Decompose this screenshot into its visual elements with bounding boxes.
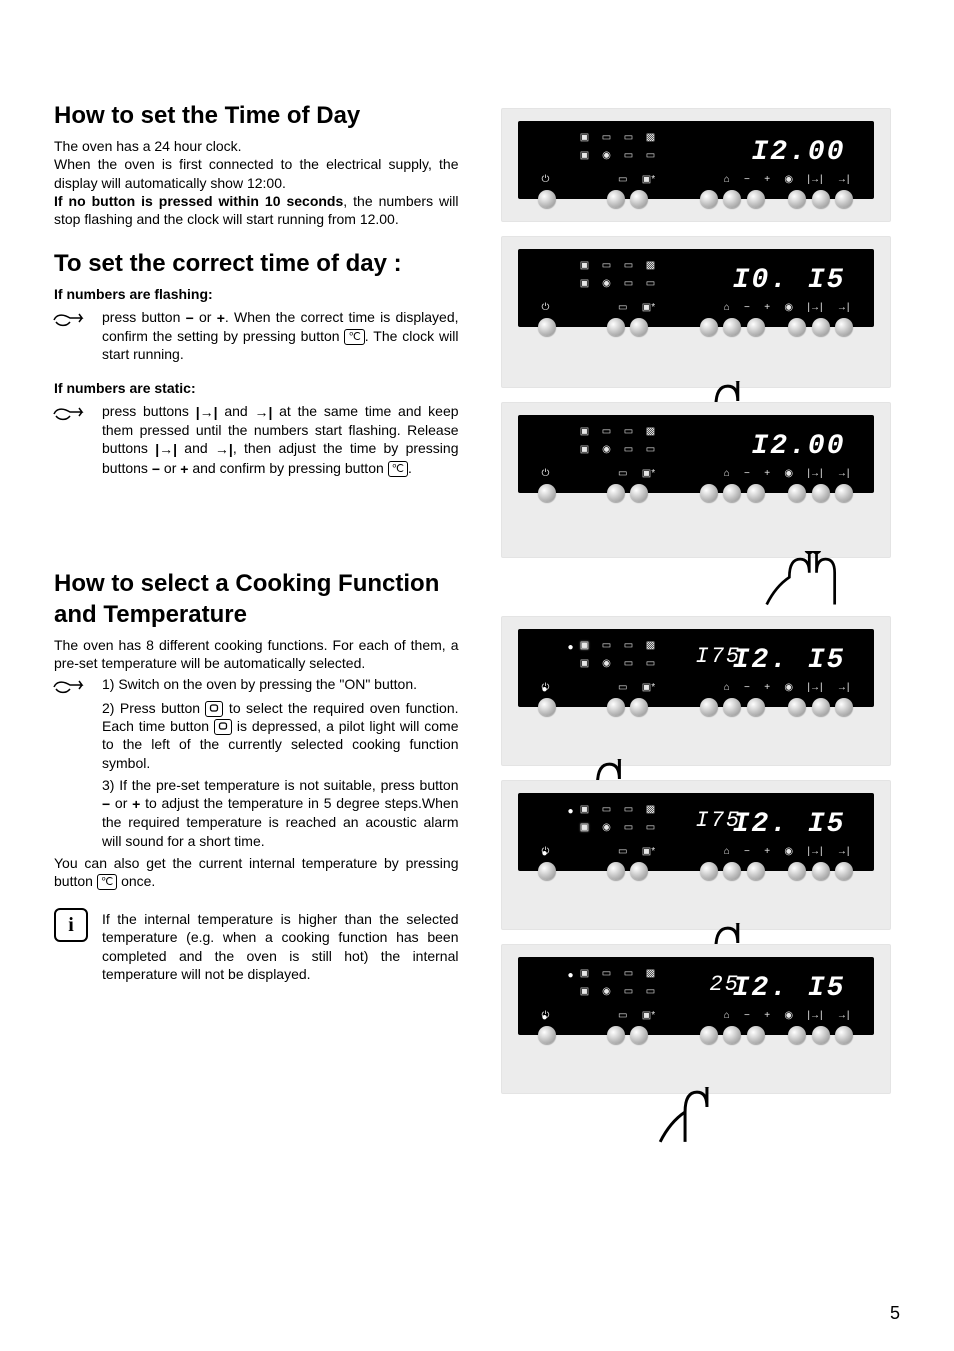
clock-button-icon: ℃ xyxy=(344,329,364,345)
text: When the oven is first connected to the … xyxy=(54,155,459,191)
hand-icon xyxy=(52,308,88,332)
instruction-row: 1) Switch on the oven by pressing the "O… xyxy=(54,675,459,850)
clock-display: I2. I5 xyxy=(733,971,846,1007)
text: The oven has 8 different cooking functio… xyxy=(54,636,459,672)
heading-set-time: How to set the Time of Day xyxy=(54,100,459,131)
fn-icon: ▭ xyxy=(620,149,638,163)
cook-end-icon: →| xyxy=(254,403,272,421)
fn-icon: ▭ xyxy=(642,149,660,163)
instruction-text: press button − or +. When the correct ti… xyxy=(102,308,459,364)
clock-display: I2.00 xyxy=(751,135,845,171)
minus-icon: − xyxy=(744,173,750,186)
control-panel: ● ● ▣▭▭▩▣◉▭▭ I75 I2. I5 ⏻▭▣*⌂−+◉|→|→| xyxy=(518,629,874,707)
info-row: i If the internal temperature is higher … xyxy=(54,910,459,983)
clock-button-icon: ℃ xyxy=(97,874,117,890)
panel-button xyxy=(630,190,648,208)
control-panel: ▣▭▭▩ ▣◉▭▭ I2.00 ⏻ ▭▣* ⌂−+ ◉|→|→| xyxy=(518,121,874,199)
cook-start-icon: |→| xyxy=(155,440,177,458)
subhead-static: If numbers are static: xyxy=(54,379,459,397)
clock-display: I0. I5 xyxy=(733,263,846,299)
panel-button xyxy=(538,190,556,208)
text-bold: If no button is pressed within 10 second… xyxy=(54,193,343,209)
left-column: How to set the Time of Day The oven has … xyxy=(54,100,459,1108)
panel-button xyxy=(747,190,765,208)
panel-button xyxy=(607,190,625,208)
arrow-icon: →| xyxy=(837,173,850,186)
page-number: 5 xyxy=(890,1302,900,1325)
oven-button-icon xyxy=(214,719,232,735)
press-finger-icon xyxy=(502,1087,890,1145)
cook-end-icon: →| xyxy=(215,440,233,458)
step-3: 3) If the pre-set temperature is not sui… xyxy=(102,776,459,850)
minus-icon: − xyxy=(186,309,194,327)
plus-icon: + xyxy=(217,309,225,327)
panel-button xyxy=(723,190,741,208)
hand-icon xyxy=(52,675,88,699)
panel-button xyxy=(700,190,718,208)
control-panel: ● ● ▣▭▭▩▣◉▭▭ 25 I2. I5 ⏻▭▣*⌂−+◉|→|→| xyxy=(518,957,874,1035)
panel-graphic-d: ● ● ▣▭▭▩▣◉▭▭ I75 I2. I5 ⏻▭▣*⌂−+◉|→|→| xyxy=(501,616,891,766)
arrow-icon: |→| xyxy=(807,173,822,186)
temp-icon: ⌂ xyxy=(724,173,730,186)
cook-start-icon: |→| xyxy=(196,403,218,421)
panel-graphic-f: ● ● ▣▭▭▩▣◉▭▭ 25 I2. I5 ⏻▭▣*⌂−+◉|→|→| xyxy=(501,944,891,1094)
clock-display: I2. I5 xyxy=(733,643,846,679)
power-icon: ⏻ xyxy=(542,173,550,186)
fn-icon: ▣ xyxy=(576,131,594,145)
panel-button xyxy=(812,190,830,208)
section-correct-time: To set the correct time of day : If numb… xyxy=(54,248,459,478)
info-icon: i xyxy=(54,908,88,942)
control-panel: ▣▭▭▩▣◉▭▭ I2.00 ⏻▭▣*⌂−+◉|→|→| xyxy=(518,415,874,493)
control-panel: ▣▭▭▩▣◉▭▭ I0. I5 ⏻▭▣*⌂−+◉|→|→| xyxy=(518,249,874,327)
section-time-of-day: How to set the Time of Day The oven has … xyxy=(54,100,459,228)
right-column: ▣▭▭▩ ▣◉▭▭ I2.00 ⏻ ▭▣* ⌂−+ ◉|→|→| xyxy=(501,100,901,1108)
panel-button xyxy=(788,190,806,208)
fn-icon: ▣ xyxy=(576,149,594,163)
function-icons: ▣ ▭ ▭ ▩ ▣ ◉ ▭ ▭ xyxy=(576,131,660,163)
minus-icon: − xyxy=(102,795,110,813)
fn-icon: ◉ xyxy=(598,149,616,163)
oven-icon: ▭ xyxy=(618,173,627,186)
button-labels: ⏻ ▭ ▣* ⌂ − + ◉ |→| →| xyxy=(518,173,874,185)
text: If no button is pressed within 10 second… xyxy=(54,192,459,228)
control-panel: ● ● ▣▭▭▩▣◉▭▭ I75 I2. I5 ⏻▭▣*⌂−+◉|→|→| xyxy=(518,793,874,871)
clock-button-icon: ℃ xyxy=(388,461,408,477)
fn-icon: ▭ xyxy=(620,131,638,145)
plus-icon: + xyxy=(764,173,770,186)
instruction-row: press buttons |→| and →| at the same tim… xyxy=(54,402,459,478)
light-icon: ▣* xyxy=(642,173,655,186)
fn-icon: ▭ xyxy=(598,131,616,145)
section-cooking-function: How to select a Cooking Function and Tem… xyxy=(54,568,459,983)
fn-icon: ▩ xyxy=(642,131,660,145)
minus-icon: − xyxy=(152,460,160,478)
text: You can also get the current internal te… xyxy=(54,854,459,890)
step-2: 2) Press button to select the required o… xyxy=(102,699,459,772)
heading-cooking-function: How to select a Cooking Function and Tem… xyxy=(54,568,459,630)
function-icons: ▣▭▭▩▣◉▭▭ xyxy=(576,259,660,291)
clock-display: I2.00 xyxy=(751,429,845,465)
function-icons: ▣▭▭▩▣◉▭▭ xyxy=(576,425,660,457)
instruction-row: press button − or +. When the correct ti… xyxy=(54,308,459,364)
panel-graphic-b: ▣▭▭▩▣◉▭▭ I0. I5 ⏻▭▣*⌂−+◉|→|→| xyxy=(501,236,891,388)
clock-display: I2. I5 xyxy=(733,807,846,843)
heading-correct-time: To set the correct time of day : xyxy=(54,248,459,279)
instruction-text: press buttons |→| and →| at the same tim… xyxy=(102,402,459,478)
oven-button-icon xyxy=(205,701,223,717)
subhead-flashing: If numbers are flashing: xyxy=(54,285,459,303)
text: The oven has a 24 hour clock. xyxy=(54,137,459,155)
button-row xyxy=(518,190,874,208)
panel-graphic-a: ▣▭▭▩ ▣◉▭▭ I2.00 ⏻ ▭▣* ⌂−+ ◉|→|→| xyxy=(501,108,891,222)
alarm-icon: ◉ xyxy=(784,173,793,186)
panel-button xyxy=(835,190,853,208)
hand-icon xyxy=(52,402,88,426)
info-text: If the internal temperature is higher th… xyxy=(102,910,459,983)
step-1: 1) Switch on the oven by pressing the "O… xyxy=(102,675,459,693)
panel-graphic-e: ● ● ▣▭▭▩▣◉▭▭ I75 I2. I5 ⏻▭▣*⌂−+◉|→|→| xyxy=(501,780,891,930)
page-content: How to set the Time of Day The oven has … xyxy=(54,100,900,1108)
panel-graphic-c: ▣▭▭▩▣◉▭▭ I2.00 ⏻▭▣*⌂−+◉|→|→| xyxy=(501,402,891,558)
